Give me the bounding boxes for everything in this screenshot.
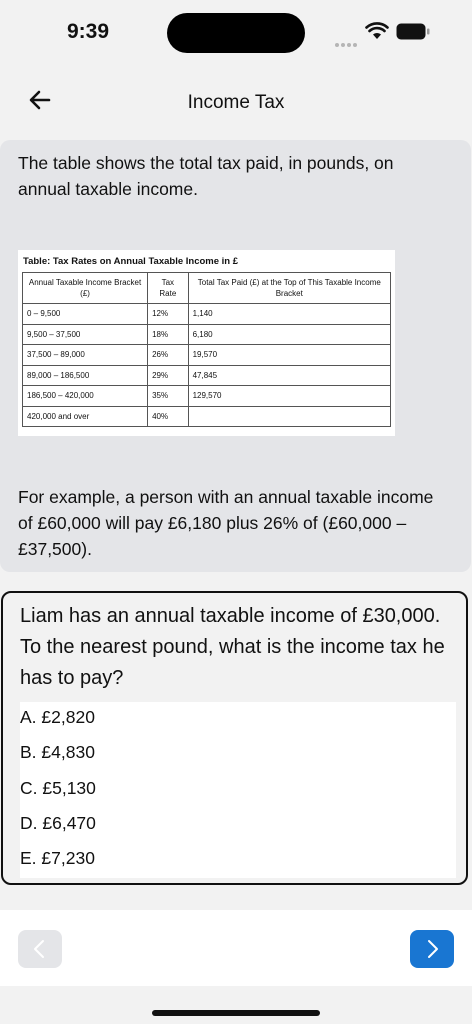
option-c[interactable]: C. £5,130	[20, 773, 456, 808]
option-a[interactable]: A. £2,820	[20, 702, 456, 737]
next-button[interactable]	[410, 930, 454, 968]
navigation-bar: Income Tax	[0, 72, 472, 132]
table-cell: 0 – 9,500	[21, 303, 149, 325]
previous-button[interactable]	[18, 930, 62, 968]
table-header-rate: Tax Rate	[147, 272, 189, 304]
answer-options: A. £2,820 B. £4,830 C. £5,130 D. £6,470 …	[20, 702, 456, 879]
table-cell: 19,570	[187, 344, 392, 366]
dynamic-island	[167, 13, 305, 53]
status-time: 9:39	[67, 20, 110, 43]
table-row: 89,000 – 186,500 29% 47,845	[21, 364, 392, 386]
table-cell: 29%	[147, 364, 189, 386]
table-cell: 35%	[147, 385, 189, 407]
chevron-right-icon	[428, 940, 438, 958]
table-cell: 420,000 and over	[21, 405, 149, 427]
table-caption: Table: Tax Rates on Annual Taxable Incom…	[23, 256, 239, 267]
table-cell: 186,500 – 420,000	[21, 385, 149, 407]
chevron-left-icon	[34, 940, 44, 958]
table-row: 0 – 9,500 12% 1,140	[21, 303, 392, 325]
question-text: Liam has an annual taxable income of £30…	[20, 605, 445, 689]
table-cell: 9,500 – 37,500	[21, 323, 149, 345]
intro-text: The table shows the total tax paid, in p…	[18, 153, 394, 199]
bottom-navigation	[0, 910, 472, 986]
question-card: Liam has an annual taxable income of £30…	[1, 591, 468, 885]
table-row: 186,500 – 420,000 35% 129,570	[21, 385, 392, 407]
tax-table: Annual Taxable Income Bracket (£) Tax Ra…	[21, 272, 392, 427]
table-cell: 18%	[147, 323, 189, 345]
table-cell: 6,180	[187, 323, 392, 345]
table-row: 420,000 and over 40%	[21, 405, 392, 427]
table-cell: 1,140	[187, 303, 392, 325]
table-cell: 89,000 – 186,500	[21, 364, 149, 386]
table-cell: 12%	[147, 303, 189, 325]
table-cell: 47,845	[187, 364, 392, 386]
table-header-total: Total Tax Paid (£) at the Top of This Ta…	[187, 272, 392, 304]
table-cell	[187, 405, 392, 427]
table-row: 37,500 – 89,000 26% 19,570	[21, 344, 392, 366]
table-cell: 40%	[147, 405, 189, 427]
table-cell: 26%	[147, 344, 189, 366]
table-row: 9,500 – 37,500 18% 6,180	[21, 323, 392, 345]
status-bar: 9:39	[0, 0, 472, 64]
battery-icon	[396, 23, 430, 40]
option-b[interactable]: B. £4,830	[20, 737, 456, 772]
option-e[interactable]: E. £7,230	[20, 843, 456, 878]
table-cell: 129,570	[187, 385, 392, 407]
cellular-signal-icon	[335, 34, 361, 47]
example-text: For example, a person with an annual tax…	[18, 487, 434, 559]
table-header-bracket: Annual Taxable Income Bracket (£)	[21, 272, 149, 304]
home-indicator[interactable]	[152, 1010, 320, 1016]
wifi-icon	[365, 22, 389, 39]
info-card: The table shows the total tax paid, in p…	[0, 140, 471, 572]
table-cell: 37,500 – 89,000	[21, 344, 149, 366]
option-d[interactable]: D. £6,470	[20, 808, 456, 843]
tax-table-image: Table: Tax Rates on Annual Taxable Incom…	[18, 250, 395, 436]
page-title: Income Tax	[187, 92, 285, 113]
